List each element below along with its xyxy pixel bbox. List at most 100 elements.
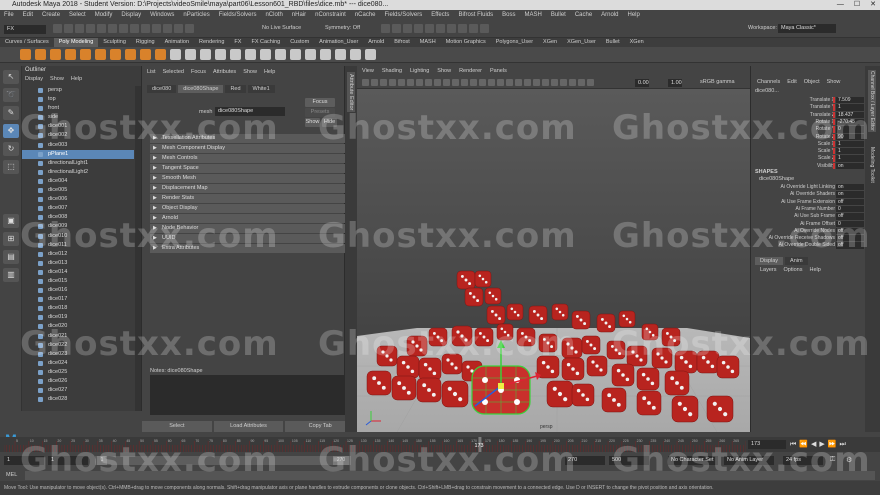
four-view-icon[interactable]: ⊞ <box>3 232 19 246</box>
select-component-icon[interactable] <box>130 24 139 33</box>
field-chart-icon[interactable] <box>452 79 459 86</box>
torus-icon[interactable] <box>80 49 91 60</box>
go-to-start-icon[interactable]: ⏮ <box>790 441 799 448</box>
outliner-item[interactable]: dice003 <box>22 141 134 150</box>
outliner-item[interactable]: dice014 <box>22 268 134 277</box>
layer-tab-display[interactable]: Display <box>755 257 784 265</box>
safe-title-icon[interactable] <box>470 79 477 86</box>
shape-attr-value[interactable]: on <box>836 191 864 198</box>
render-view-icon[interactable] <box>425 24 434 33</box>
redo-icon[interactable] <box>97 24 106 33</box>
shelf-tab-xgen[interactable]: XGen <box>538 38 562 47</box>
channel-menu-show[interactable]: Show <box>827 78 841 87</box>
maximize-icon[interactable]: ☐ <box>854 0 860 10</box>
textured-icon[interactable] <box>506 79 513 86</box>
shelf-tab-rendering[interactable]: Rendering <box>194 38 229 47</box>
range-start-handle[interactable]: 1 <box>97 456 107 465</box>
start-time-field[interactable]: 1 <box>4 456 44 465</box>
smooth-icon[interactable] <box>200 49 211 60</box>
attr-tab-red[interactable]: Red <box>225 85 246 93</box>
camera-icon[interactable] <box>469 24 478 33</box>
xray-joints-icon[interactable] <box>578 79 585 86</box>
channel-menu-channels[interactable]: Channels <box>757 78 780 87</box>
channel-value[interactable]: -270.45 <box>836 118 864 126</box>
channel-row[interactable]: Scale X1 <box>751 140 866 148</box>
outliner-item[interactable]: dice021 <box>22 332 134 341</box>
mesh-name-field[interactable]: dice080Shape <box>215 107 285 116</box>
motion-blur-icon[interactable] <box>542 79 549 86</box>
snap-point-icon[interactable] <box>163 24 172 33</box>
shape-attr-value[interactable]: 0 <box>836 205 864 213</box>
outliner-item[interactable]: dice010 <box>22 232 134 241</box>
fill-hole-icon[interactable] <box>290 49 301 60</box>
outliner-item[interactable]: dice025 <box>22 368 134 377</box>
menu-cache[interactable]: Cache <box>575 10 592 21</box>
shape-attr-row[interactable]: Ai Use Frame Extension off <box>751 198 866 206</box>
outliner-item[interactable]: dice008 <box>22 213 134 222</box>
outliner-item[interactable]: dice018 <box>22 304 134 313</box>
command-input[interactable] <box>25 471 875 480</box>
camera-attributes-icon[interactable] <box>371 79 378 86</box>
platonic-icon[interactable] <box>125 49 136 60</box>
symmetry-label[interactable]: Symmetry: Off <box>325 25 360 31</box>
presets-button[interactable]: Presets <box>305 108 335 117</box>
paint-select-icon[interactable]: ✎ <box>3 106 19 120</box>
shape-attr-row[interactable]: Ai Override Nodes off <box>751 227 866 235</box>
exposure-field[interactable]: 0.00 <box>635 79 649 87</box>
open-scene-icon[interactable] <box>64 24 73 33</box>
modeling-toolkit-icon[interactable] <box>447 24 456 33</box>
channel-box-tab[interactable]: Channel Box / Layer Editor <box>868 70 876 132</box>
menu-fields-solvers[interactable]: Fields/Solvers <box>385 10 423 21</box>
outliner-item[interactable]: dice020 <box>22 322 134 331</box>
select-button[interactable]: Select <box>142 421 212 432</box>
snap-view-icon[interactable] <box>174 24 183 33</box>
shelf-tab-bifrost[interactable]: Bifrost <box>389 38 415 47</box>
menu-boss[interactable]: Boss <box>502 10 515 21</box>
rotate-tool-icon[interactable]: ↻ <box>3 142 19 156</box>
film-gate-icon[interactable] <box>425 79 432 86</box>
close-icon[interactable]: ✕ <box>870 0 876 10</box>
menu-help[interactable]: Help <box>628 10 640 21</box>
outliner-item[interactable]: dice015 <box>22 277 134 286</box>
shape-attr-value[interactable]: 0 <box>836 220 864 227</box>
shelf-tab-animation-user[interactable]: Animation_User <box>314 38 363 47</box>
attr-section-object-display[interactable]: Object Display <box>150 204 348 213</box>
svg-icon[interactable] <box>155 49 166 60</box>
outliner-item[interactable]: top <box>22 95 134 104</box>
snap-curve-icon[interactable] <box>152 24 161 33</box>
outliner-item[interactable]: dice005 <box>22 186 134 195</box>
bridge-icon[interactable] <box>260 49 271 60</box>
command-language-label[interactable]: MEL <box>6 472 17 478</box>
select-hierarchy-icon[interactable] <box>108 24 117 33</box>
attr-menu-help[interactable]: Help <box>264 68 275 77</box>
viewport-menu-shading[interactable]: Shading <box>382 66 402 77</box>
sphere-icon[interactable] <box>20 49 31 60</box>
auto-key-icon[interactable]: ⚿ <box>830 456 835 464</box>
viewport-panel[interactable]: persp <box>357 66 750 432</box>
shadows-icon[interactable] <box>524 79 531 86</box>
attr-menu-attributes[interactable]: Attributes <box>213 68 236 77</box>
shape-attr-value[interactable]: off <box>836 213 864 220</box>
attr-menu-selected[interactable]: Selected <box>163 68 184 77</box>
current-frame-field[interactable]: 173 <box>748 440 786 449</box>
attr-section-tangent-space[interactable]: Tangent Space <box>150 164 348 173</box>
menu-set-selector[interactable]: FX <box>4 25 46 34</box>
channel-value[interactable]: 7.509 <box>836 97 864 104</box>
outliner-item[interactable]: dice001 <box>22 122 134 131</box>
shelf-tab-sculpting[interactable]: Sculpting <box>98 38 131 47</box>
menu-bifrost-fluids[interactable]: Bifrost Fluids <box>458 10 493 21</box>
menu-ncache[interactable]: nCache <box>355 10 376 21</box>
outliner-item[interactable]: pPlane1 <box>22 149 134 159</box>
menu-nhair[interactable]: nHair <box>292 10 306 21</box>
cone-icon[interactable] <box>65 49 76 60</box>
shelf-tab-bullet[interactable]: Bullet <box>601 38 625 47</box>
outliner-item[interactable]: directionalLight2 <box>22 168 134 177</box>
attribute-editor-side-tab[interactable]: Attribute Editor <box>345 66 357 432</box>
viewport-menu-show[interactable]: Show <box>437 66 451 77</box>
channel-row[interactable]: Rotate X -270.45 <box>751 118 866 126</box>
outliner-layout-icon[interactable]: ▤ <box>3 250 19 264</box>
grid-icon[interactable] <box>480 24 489 33</box>
outliner-item[interactable]: front <box>22 104 134 113</box>
attr-menu-list[interactable]: List <box>147 68 156 77</box>
snap-grid-icon[interactable] <box>141 24 150 33</box>
